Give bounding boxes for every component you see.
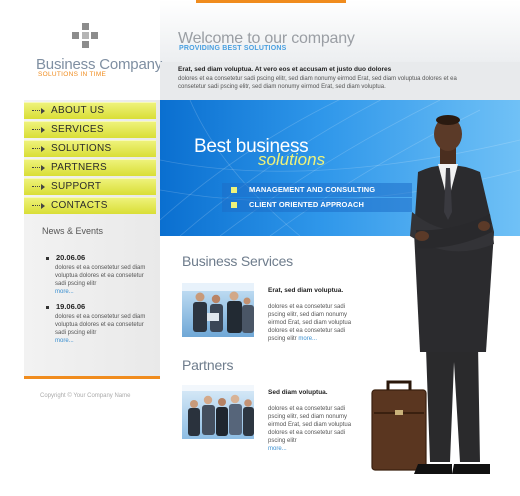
services-heading: Erat, sed diam voluptua.: [268, 287, 344, 294]
news-title: News & Events: [42, 226, 104, 236]
nav-label: SOLUTIONS: [51, 143, 112, 154]
feature-label: MANAGEMENT AND CONSULTING: [249, 185, 376, 194]
nav-label: SUPPORT: [51, 181, 102, 192]
left-column-accent: [24, 376, 160, 379]
partners-more-link[interactable]: more...: [268, 446, 287, 452]
nav-item-partners[interactable]: PARTNERS: [24, 159, 156, 176]
check-icon: [231, 187, 237, 193]
bullet-icon: [46, 257, 49, 260]
check-icon: [231, 202, 237, 208]
services-more-link[interactable]: more...: [298, 336, 317, 342]
header-accent-line: [196, 0, 346, 3]
businessman-image: [371, 115, 494, 474]
news-date: 19.06.06: [56, 302, 86, 311]
nav-item-services[interactable]: SERVICES: [24, 121, 156, 138]
news-date: 20.06.06: [56, 253, 86, 262]
arrow-right-icon: [32, 108, 46, 114]
partners-title: Partners: [182, 357, 234, 373]
news-text: dolores et ea consetetur sed diam volupt…: [55, 314, 146, 336]
arrow-right-icon: [32, 184, 46, 190]
partners-photo[interactable]: [182, 385, 254, 439]
news-more-link[interactable]: more...: [55, 289, 74, 295]
bullet-icon: [46, 306, 49, 309]
business-people-image: [182, 283, 254, 337]
news-more-link[interactable]: more...: [55, 338, 74, 344]
nav-item-contacts[interactable]: CONTACTS: [24, 197, 156, 214]
partners-text: dolores et ea consetetur sadi pscing eli…: [268, 405, 364, 453]
services-photo[interactable]: [182, 283, 254, 337]
brand-tagline: SOLUTIONS IN TIME: [38, 71, 107, 78]
partners-body: dolores et ea consetetur sadi pscing eli…: [268, 406, 352, 444]
nav-item-support[interactable]: SUPPORT: [24, 178, 156, 195]
nav-item-about-us[interactable]: ABOUT US: [24, 102, 156, 119]
feature-label: CLIENT ORIENTED APPROACH: [249, 200, 365, 209]
page-subtitle: PROVIDING BEST SOLUTIONS: [179, 45, 287, 52]
intro-heading: Erat, sed diam voluptua. At vero eos et …: [178, 66, 392, 73]
news-text: dolores et ea consetetur sed diam volupt…: [55, 265, 146, 287]
nav-item-solutions[interactable]: SOLUTIONS: [24, 140, 156, 157]
nav-label: SERVICES: [51, 124, 104, 135]
copyright: Copyright © Your Company Name: [40, 393, 131, 399]
main-nav: ABOUT US SERVICES SOLUTIONS PARTNERS SUP…: [24, 102, 156, 216]
partners-group-image: [182, 385, 254, 439]
services-title: Business Services: [182, 253, 293, 269]
arrow-right-icon: [32, 127, 46, 133]
banner-heading-accent: solutions: [258, 150, 326, 169]
services-text: dolores et ea consetetur sadi pscing eli…: [268, 303, 364, 343]
intro-text: dolores et ea consetetur sadi pscing eli…: [178, 76, 457, 90]
arrow-right-icon: [32, 203, 46, 209]
logo-icon: [72, 23, 98, 49]
nav-label: ABOUT US: [51, 105, 105, 116]
arrow-right-icon: [32, 165, 46, 171]
arrow-right-icon: [32, 146, 46, 152]
nav-label: CONTACTS: [51, 200, 108, 211]
partners-heading: Sed diam voluptua.: [268, 389, 328, 396]
nav-label: PARTNERS: [51, 162, 107, 173]
